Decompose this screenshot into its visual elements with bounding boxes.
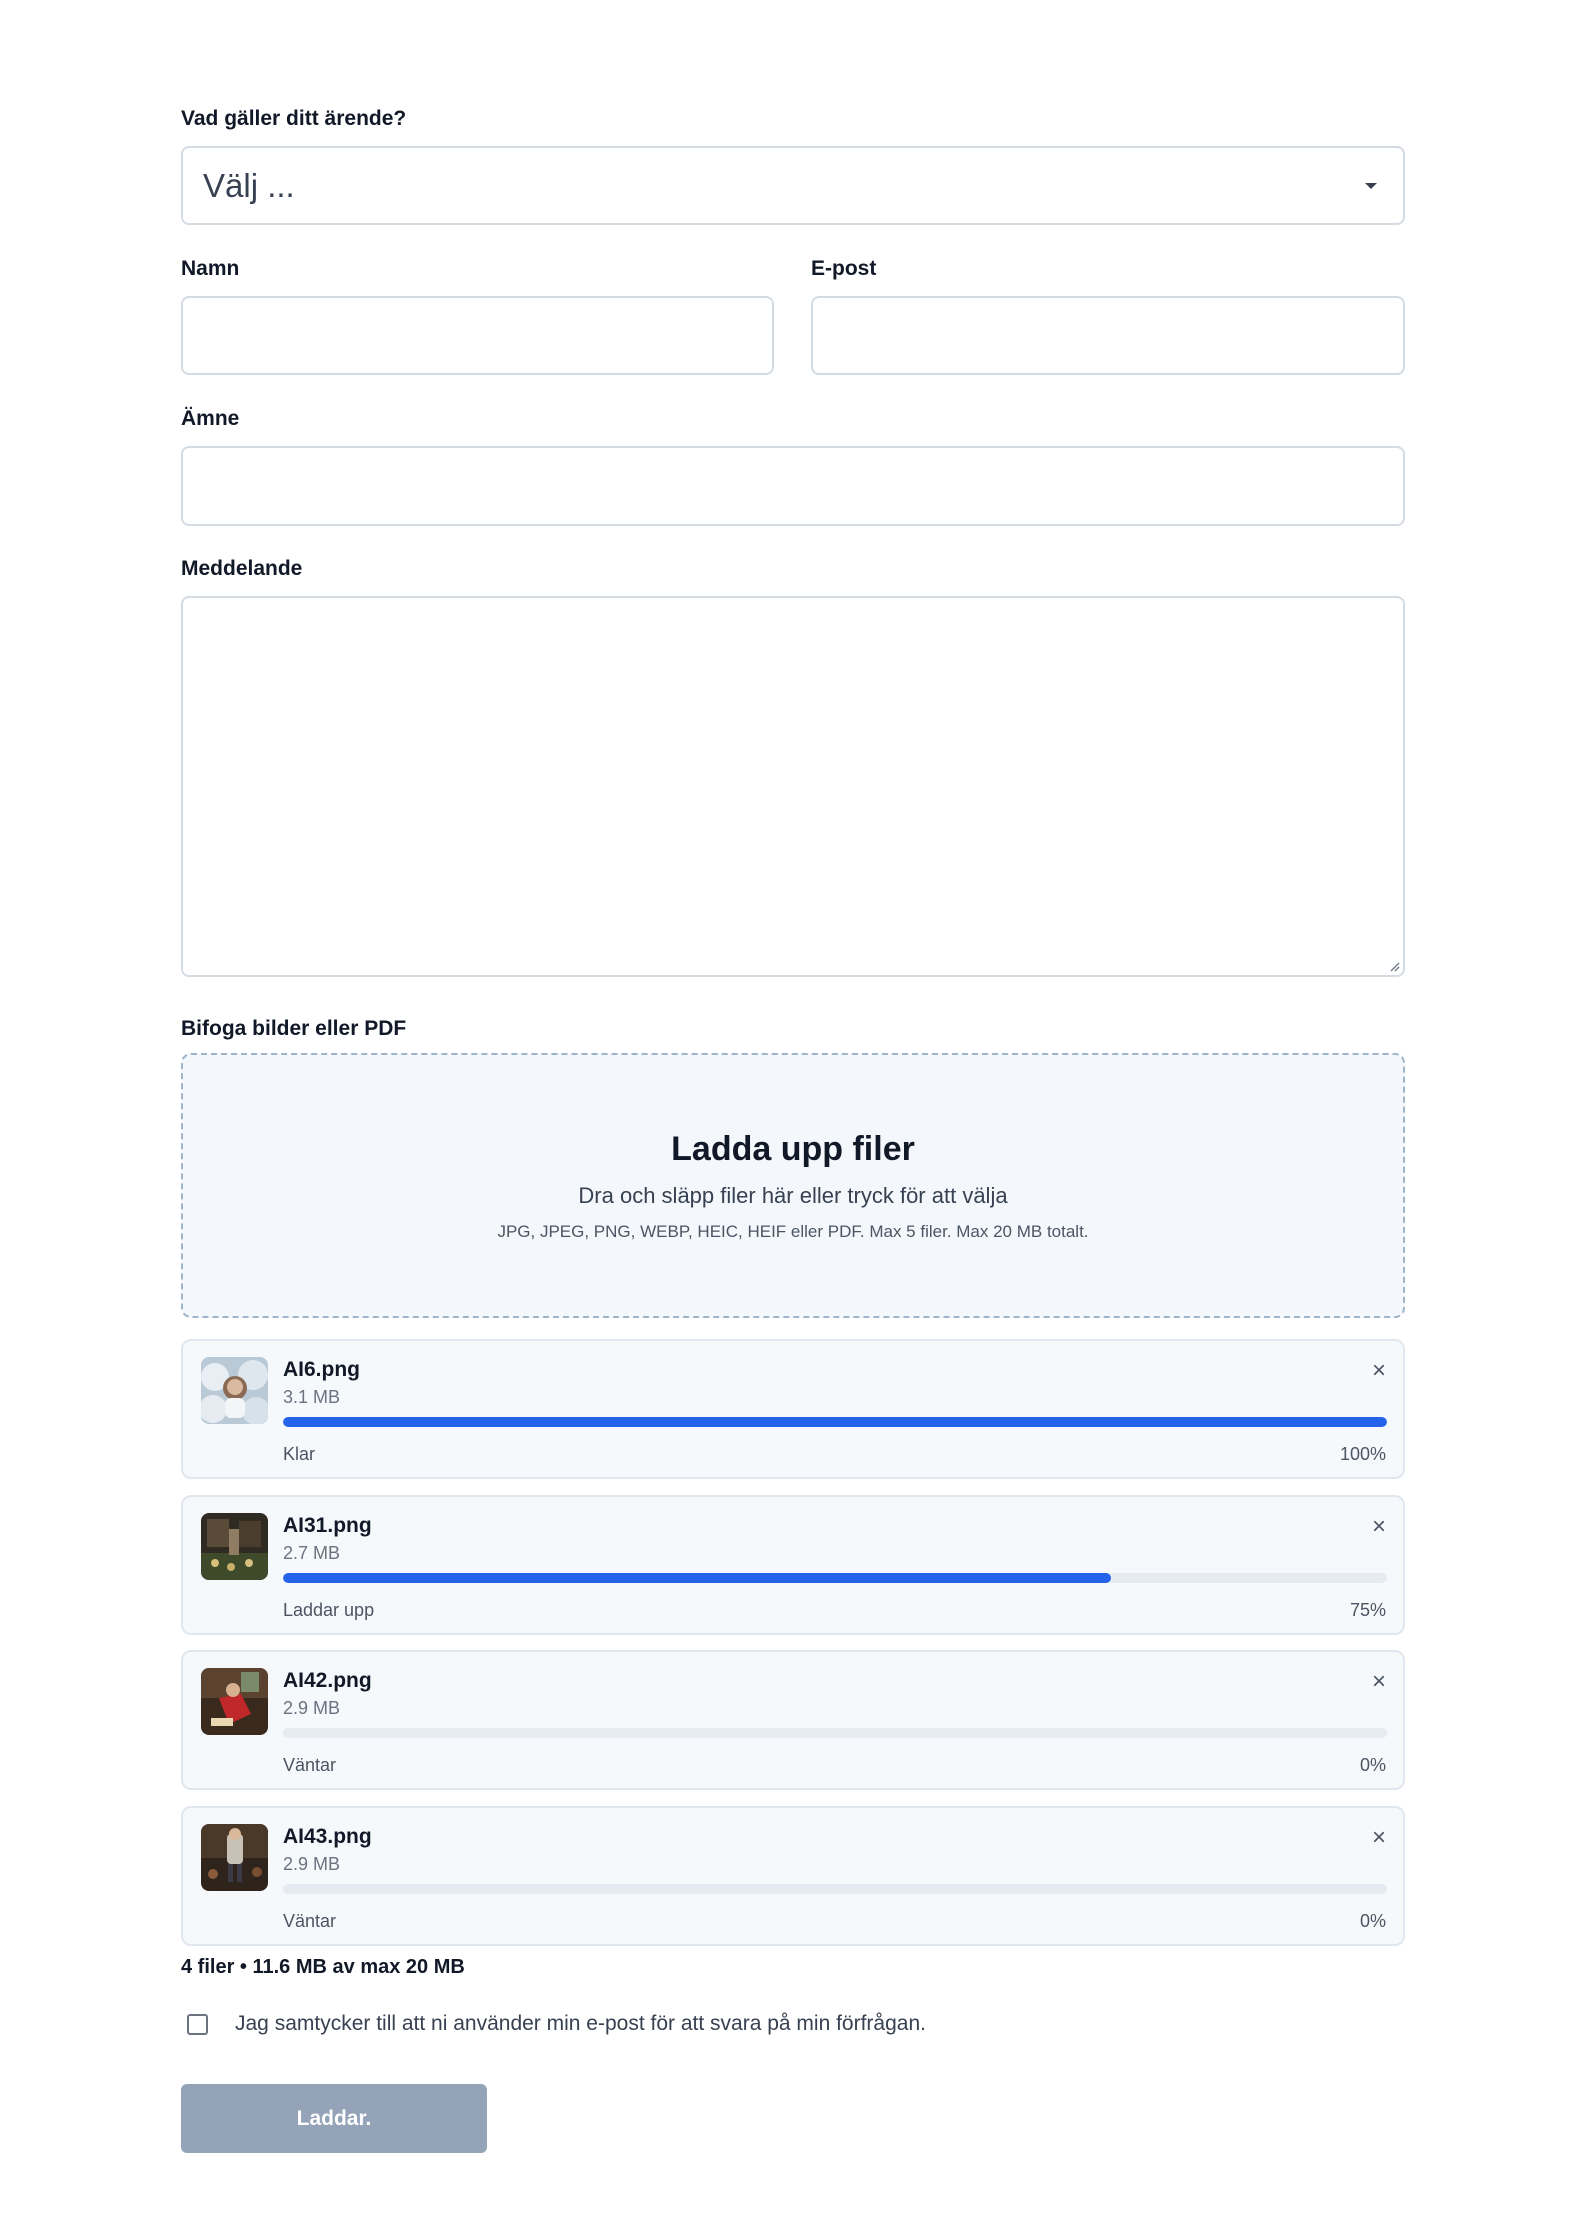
dropzone-note: JPG, JPEG, PNG, WEBP, HEIC, HEIF eller P… (497, 1222, 1089, 1241)
file-item: AI42.png 2.9 MB × Väntar 0% (181, 1650, 1405, 1790)
file-name: AI31.png (283, 1514, 372, 1537)
file-name: AI43.png (283, 1825, 372, 1848)
consent-label[interactable]: Jag samtycker till att ni använder min e… (235, 2012, 926, 2036)
submit-button[interactable]: Laddar. (181, 2084, 487, 2153)
file-thumbnail (201, 1357, 268, 1424)
topic-select[interactable]: Välj ... (181, 146, 1405, 225)
progress-bar (283, 1417, 1387, 1427)
close-icon[interactable]: × (1372, 1668, 1386, 1696)
file-thumbnail (201, 1824, 268, 1891)
file-percent: 0% (1359, 1755, 1386, 1775)
resize-grip-icon[interactable] (1388, 960, 1400, 972)
file-size: 2.9 MB (283, 1698, 341, 1718)
name-input[interactable] (181, 296, 774, 375)
attachments-label: Bifoga bilder eller PDF (181, 1017, 407, 1040)
topic-selected-value: Välj ... (203, 166, 295, 204)
file-item: AI6.png 3.1 MB × Klar 100% (181, 1339, 1405, 1479)
close-icon[interactable]: × (1372, 1824, 1386, 1852)
file-thumbnail (201, 1668, 268, 1735)
subject-input[interactable] (181, 446, 1405, 526)
attachments-summary: 4 filer • 11.6 MB av max 20 MB (181, 1956, 465, 1978)
file-status: Klar (283, 1444, 316, 1464)
progress-bar (283, 1884, 1387, 1894)
email-label: E-post (811, 257, 877, 280)
subject-label: Ämne (181, 407, 240, 430)
file-thumbnail (201, 1513, 268, 1580)
progress-bar (283, 1573, 1387, 1583)
dropzone-subtitle: Dra och släpp filer här eller tryck för … (578, 1183, 1008, 1208)
file-name: AI6.png (283, 1358, 360, 1381)
name-label: Namn (181, 257, 240, 280)
email-input[interactable] (811, 296, 1405, 375)
file-percent: 100% (1339, 1444, 1386, 1464)
file-percent: 75% (1349, 1600, 1386, 1620)
message-textarea[interactable] (181, 596, 1405, 977)
file-size: 2.9 MB (283, 1854, 341, 1874)
file-item: AI31.png 2.7 MB × Laddar upp 75% (181, 1495, 1405, 1635)
close-icon[interactable]: × (1372, 1513, 1386, 1541)
progress-fill (283, 1417, 1387, 1427)
consent-row: Jag samtycker till att ni använder min e… (187, 2012, 926, 2036)
dropzone-title: Ladda upp filer (671, 1130, 915, 1168)
file-percent: 0% (1359, 1911, 1386, 1931)
file-size: 3.1 MB (283, 1387, 341, 1407)
file-status: Väntar (283, 1755, 337, 1775)
topic-label: Vad gäller ditt ärende? (181, 107, 407, 130)
file-name: AI42.png (283, 1669, 372, 1692)
file-status: Väntar (283, 1911, 337, 1931)
file-dropzone[interactable]: Ladda upp filer Dra och släpp filer här … (181, 1053, 1405, 1318)
message-label: Meddelande (181, 557, 303, 580)
file-size: 2.7 MB (283, 1543, 341, 1563)
progress-bar (283, 1728, 1387, 1738)
progress-fill (283, 1573, 1111, 1583)
file-status: Laddar upp (283, 1600, 375, 1620)
consent-checkbox[interactable] (187, 2013, 208, 2035)
chevron-down-icon (1365, 183, 1377, 189)
file-item: AI43.png 2.9 MB × Väntar 0% (181, 1806, 1405, 1946)
close-icon[interactable]: × (1372, 1357, 1386, 1385)
